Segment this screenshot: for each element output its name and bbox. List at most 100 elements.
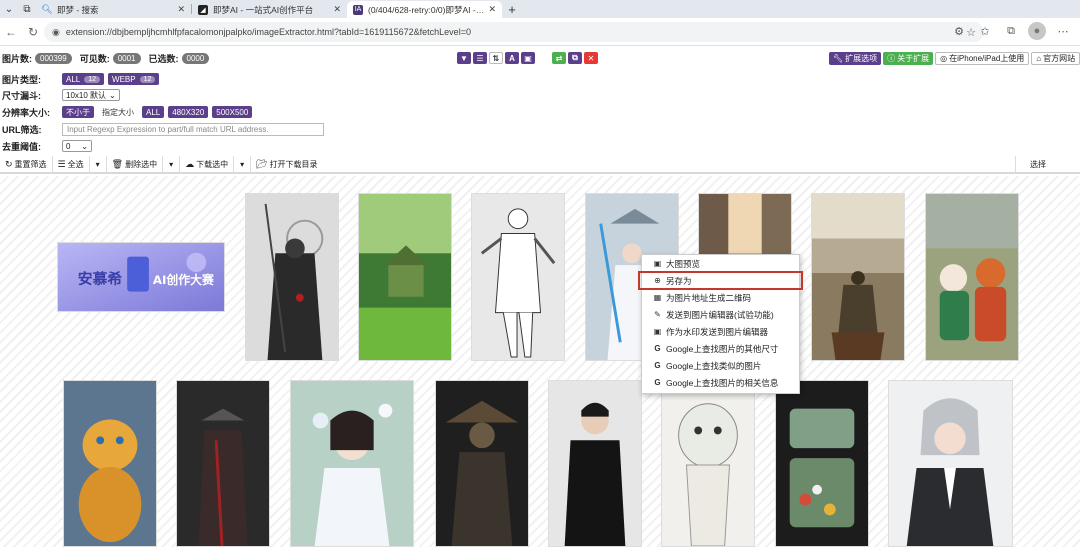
back-arrow-icon[interactable]: ←	[0, 21, 22, 43]
type-chip-webp[interactable]: WEBP 12	[108, 73, 160, 85]
download-circle-icon: ⊕	[654, 276, 661, 285]
tab-title: 即梦AI - 一站式AI创作平台	[213, 4, 314, 15]
close-tab-icon[interactable]: ✕	[488, 4, 496, 15]
resolution-not-less-than[interactable]: 不小于	[62, 106, 94, 118]
list-view-icon[interactable]: ☰	[473, 52, 487, 64]
type-chip-label: ALL	[66, 74, 81, 84]
choose-button[interactable]: 选择	[1015, 156, 1060, 172]
refresh-icon: ↻	[5, 158, 13, 169]
more-menu-icon[interactable]: ⋯	[1054, 22, 1072, 40]
tab-search[interactable]: 🔍︎ 即梦 - 搜索 ✕	[36, 1, 191, 18]
select-dropdown-chevron-icon[interactable]: ▾	[90, 156, 107, 172]
home-icon: ⌂	[1036, 54, 1042, 63]
gallery-view-icon[interactable]: ▣	[521, 52, 535, 64]
extension-options-button[interactable]: 🔧︎ 扩展选项	[829, 52, 882, 65]
extractor-toolbar: 图片数: 000399 可见数: 0001 已选数: 0000 ▼ ☰ ⇅ A …	[0, 50, 1080, 66]
favorites-icon[interactable]: ✩	[976, 22, 994, 40]
workspaces-icon[interactable]: ⧉	[18, 0, 36, 18]
extension-info-icon[interactable]: ◉	[52, 27, 60, 38]
resolution-500x500[interactable]: 500X500	[212, 106, 253, 118]
context-menu-item-save-as[interactable]: ⊕ 另存为	[638, 271, 803, 290]
context-menu-item-preview[interactable]: ▣ 大图预览	[642, 255, 799, 272]
filter-icon[interactable]: ▼	[457, 52, 471, 64]
resolution-specify-size[interactable]: 指定大小	[98, 106, 138, 118]
close-tab-icon[interactable]: ✕	[177, 4, 185, 15]
delete-dropdown-chevron-icon[interactable]: ▾	[163, 156, 181, 172]
download-dropdown-chevron-icon[interactable]: ▾	[234, 156, 252, 172]
new-tab-plus-icon[interactable]: +	[502, 1, 522, 18]
context-menu-item-label: 作为水印发送到图片编辑器	[666, 326, 769, 337]
extensions-puzzle-icon[interactable]: ⚙	[950, 22, 968, 40]
size-funnel-label: 尺寸漏斗:	[2, 90, 41, 101]
image-thumbnail-flower-woman[interactable]	[290, 380, 414, 547]
tab-jimeng[interactable]: ◢ 即梦AI - 一站式AI创作平台 ✕	[192, 1, 347, 18]
dedupe-select[interactable]: 0 ⌄	[62, 140, 92, 152]
tab-image-extractor[interactable]: IA (0/404/628-retry:0/0)即梦AI - 一站 ✕	[347, 1, 502, 18]
tab-title: 即梦 - 搜索	[57, 4, 99, 15]
context-menu-item-label: Google上查找图片的相关信息	[666, 377, 779, 388]
reload-icon[interactable]: ↻	[22, 21, 44, 43]
swap-icon[interactable]: ⇄	[552, 52, 566, 64]
folder-icon: 📂︎	[256, 158, 268, 169]
google-icon: G	[654, 378, 661, 387]
context-menu-item-watermark[interactable]: ▣ 作为水印发送到图片编辑器	[642, 323, 799, 340]
duplicate-icon[interactable]: ⧉	[568, 52, 582, 64]
jimeng-logo-icon: ◢	[198, 4, 208, 15]
profile-avatar-icon[interactable]: ●	[1028, 22, 1046, 40]
tab-title: (0/404/628-retry:0/0)即梦AI - 一站	[368, 4, 485, 15]
type-chip-all[interactable]: ALL 12	[62, 73, 105, 85]
url-field[interactable]: ◉ extension://dbjbempljhcmhlfpfacalomonj…	[44, 22, 984, 42]
image-icon: ▣	[653, 327, 662, 336]
context-menu-item-google-similar[interactable]: G Google上查找类似的图片	[642, 357, 799, 374]
selected-count-badge: 0000	[181, 52, 210, 64]
homepage-label: 官方网站	[1043, 54, 1076, 63]
tab-menu-chevron-icon[interactable]: ⌄	[0, 0, 18, 18]
image-thumbnail-man-suit[interactable]	[548, 380, 642, 547]
image-thumbnail-window-flowers[interactable]	[775, 380, 869, 547]
wrench-icon: 🔧︎	[833, 54, 844, 63]
reset-filter-label: 重置筛选	[14, 159, 47, 169]
extension-options-label: 扩展选项	[845, 54, 878, 63]
close-icon[interactable]: ✕	[584, 52, 598, 64]
image-thumbnail-tiger[interactable]	[63, 380, 157, 547]
context-menu-item-google-sizes[interactable]: G Google上查找图片的其他尺寸	[642, 340, 799, 357]
url-filter-input[interactable]: Input Regexp Expression to part/full mat…	[62, 122, 324, 136]
close-tab-icon[interactable]: ✕	[333, 4, 341, 15]
sort-icon[interactable]: ⇅	[489, 52, 503, 64]
cloud-download-icon: ☁	[185, 158, 195, 169]
select-all-button[interactable]: ☰ 全选	[53, 156, 90, 172]
type-chip-count: 12	[84, 75, 101, 83]
about-extension-button[interactable]: ⓘ 关于扩展	[883, 52, 934, 65]
trash-icon: 🗑︎	[111, 158, 124, 169]
resolution-480x320[interactable]: 480X320	[168, 106, 209, 118]
context-menu-item-send-editor[interactable]: ✎ 发送到图片编辑器(试验功能)	[642, 306, 799, 323]
image-thumbnail-forest-house[interactable]	[358, 193, 452, 361]
image-thumbnail-samurai[interactable]	[245, 193, 339, 361]
image-thumbnail-warrior-dark[interactable]	[176, 380, 270, 547]
image-thumbnail-cats[interactable]	[925, 193, 1019, 361]
download-selected-button[interactable]: ☁ 下载选中	[180, 156, 235, 172]
use-on-iphone-button[interactable]: ◎ 在iPhone/iPad上使用	[935, 52, 1030, 65]
image-thumbnail-anime-boy[interactable]	[888, 380, 1013, 547]
delete-selected-button[interactable]: 🗑︎ 删除选中	[107, 156, 164, 172]
delete-selected-label: 删除选中	[125, 159, 158, 169]
collections-icon[interactable]: ⧉	[1002, 22, 1020, 40]
info-icon: ⓘ	[887, 54, 896, 63]
resolution-all[interactable]: ALL	[142, 106, 165, 118]
type-chip-label: WEBP	[112, 74, 136, 84]
image-thumbnail-alien-sketch[interactable]	[661, 380, 755, 547]
reset-filter-button[interactable]: ↻ 重置筛选	[0, 156, 53, 172]
image-thumbnail-banner[interactable]: 安慕希 AI创作大赛	[57, 242, 225, 312]
sort-az-icon[interactable]: A	[505, 52, 519, 64]
size-funnel-select[interactable]: 10x10 默认 ⌄	[62, 89, 120, 101]
context-menu-item-qrcode[interactable]: ▦ 为图片地址生成二维码	[642, 289, 799, 306]
search-icon: 🔍︎	[41, 4, 53, 14]
url-filter-label: URL筛选:	[2, 124, 42, 135]
image-thumbnail-straw-hat-warrior[interactable]	[435, 380, 529, 547]
homepage-button[interactable]: ⌂ 官方网站	[1031, 52, 1080, 65]
context-menu-item-google-info[interactable]: G Google上查找图片的相关信息	[642, 374, 799, 391]
size-funnel-row: 尺寸漏斗: 10x10 默认 ⌄	[0, 87, 1080, 103]
image-thumbnail-army-rider[interactable]	[811, 193, 905, 361]
open-download-dir-button[interactable]: 📂︎ 打开下载目录	[251, 156, 322, 172]
image-thumbnail-sketch-figure[interactable]	[471, 193, 565, 361]
